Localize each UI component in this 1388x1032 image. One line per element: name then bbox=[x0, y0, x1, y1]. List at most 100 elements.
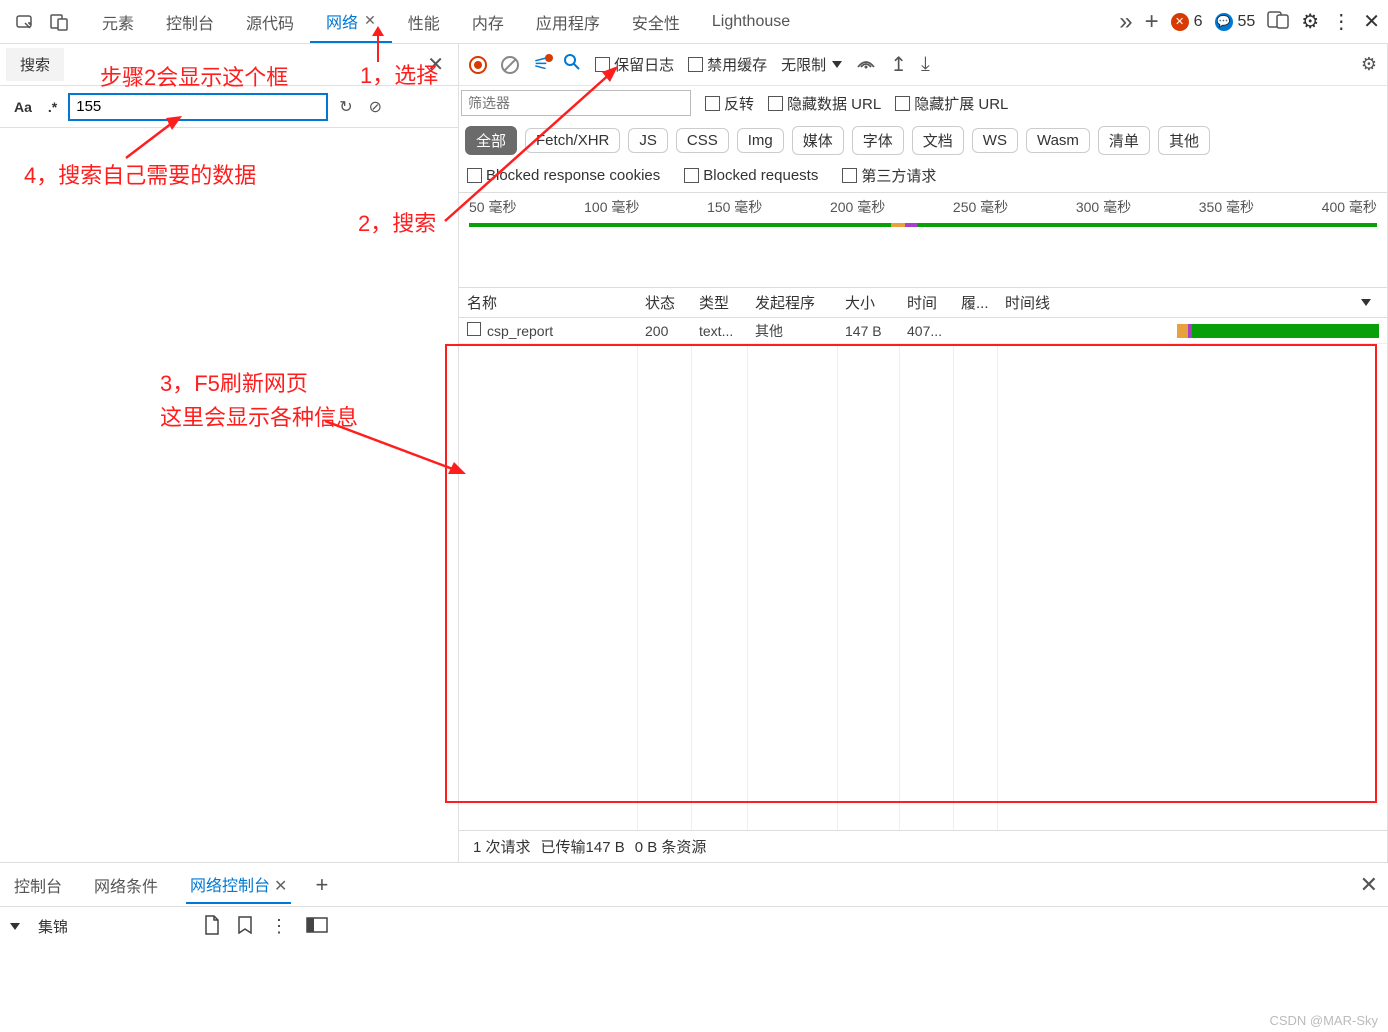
row-time: 407... bbox=[899, 323, 953, 339]
preserve-log-checkbox[interactable]: 保留日志 bbox=[595, 54, 674, 75]
search-network-icon[interactable] bbox=[563, 53, 581, 76]
tab-memory[interactable]: 内存 bbox=[456, 0, 520, 43]
drawer-tab-netcond[interactable]: 网络条件 bbox=[90, 867, 162, 903]
tab-console[interactable]: 控制台 bbox=[150, 0, 230, 43]
blocked-cookies-checkbox[interactable]: Blocked response cookies bbox=[467, 167, 660, 184]
tab-lighthouse[interactable]: Lighthouse bbox=[696, 0, 806, 43]
table-row[interactable]: csp_report 200 text... 其他 147 B 407... bbox=[459, 318, 1387, 344]
row-size: 147 B bbox=[837, 323, 899, 339]
preserve-log-label: 保留日志 bbox=[614, 54, 674, 75]
tab-application[interactable]: 应用程序 bbox=[520, 0, 616, 43]
blocked-requests-checkbox[interactable]: Blocked requests bbox=[684, 167, 818, 184]
filter-all[interactable]: 全部 bbox=[465, 126, 517, 155]
overview-track[interactable]: 50 毫秒 100 毫秒 150 毫秒 200 毫秒 250 毫秒 300 毫秒… bbox=[459, 192, 1387, 288]
refresh-search-icon[interactable]: ↻ bbox=[335, 97, 356, 117]
network-settings-icon[interactable]: ⚙ bbox=[1361, 54, 1377, 75]
record-button[interactable] bbox=[469, 56, 487, 74]
caret-down-icon bbox=[832, 61, 842, 68]
close-drawer-icon[interactable]: ✕ bbox=[1360, 872, 1378, 898]
search-input[interactable] bbox=[69, 94, 327, 120]
hide-ext-label: 隐藏扩展 URL bbox=[914, 93, 1008, 114]
tab-security[interactable]: 安全性 bbox=[616, 0, 696, 43]
search-tab[interactable]: 搜索 bbox=[6, 48, 64, 81]
throttle-value: 无限制 bbox=[781, 54, 826, 75]
hide-ext-url-checkbox[interactable]: 隐藏扩展 URL bbox=[895, 93, 1008, 114]
add-drawer-tab-icon[interactable]: + bbox=[315, 872, 328, 898]
col-status[interactable]: 状态 bbox=[637, 292, 691, 313]
drawer-tab-console[interactable]: 控制台 bbox=[10, 867, 66, 903]
third-party-checkbox[interactable]: 第三方请求 bbox=[842, 165, 936, 186]
row-checkbox[interactable] bbox=[467, 322, 481, 336]
add-tab-icon[interactable]: + bbox=[1145, 8, 1159, 36]
bottom-label: 集锦 bbox=[38, 916, 68, 937]
panel-icon[interactable] bbox=[306, 917, 328, 937]
col-waterfall-label: 时间线 bbox=[1005, 292, 1050, 313]
filter-doc[interactable]: 文档 bbox=[912, 126, 964, 155]
upload-har-icon[interactable]: ↥ bbox=[890, 52, 907, 77]
bookmark-icon[interactable] bbox=[238, 916, 252, 938]
filter-input[interactable] bbox=[461, 90, 691, 116]
disable-cache-checkbox[interactable]: 禁用缓存 bbox=[688, 54, 767, 75]
col-initiator[interactable]: 发起程序 bbox=[747, 292, 837, 313]
row-type: text... bbox=[691, 323, 747, 339]
kebab-menu-icon[interactable]: ⋮ bbox=[1331, 9, 1351, 34]
clear-search-icon[interactable]: ⊘ bbox=[365, 97, 386, 117]
col-coverage[interactable]: 履... bbox=[953, 292, 997, 313]
clear-button[interactable] bbox=[501, 56, 519, 74]
tab-elements[interactable]: 元素 bbox=[86, 0, 150, 43]
col-type[interactable]: 类型 bbox=[691, 292, 747, 313]
row-initiator: 其他 bbox=[747, 321, 837, 341]
hide-data-url-checkbox[interactable]: 隐藏数据 URL bbox=[768, 93, 881, 114]
filter-font[interactable]: 字体 bbox=[852, 126, 904, 155]
device-icon[interactable] bbox=[1267, 11, 1289, 32]
filter-fetch[interactable]: Fetch/XHR bbox=[525, 128, 620, 153]
hide-data-label: 隐藏数据 URL bbox=[787, 93, 881, 114]
case-sensitive-toggle[interactable]: Aa bbox=[10, 99, 36, 115]
footer-resources: 0 B 条资源 bbox=[635, 836, 707, 857]
file-icon[interactable] bbox=[204, 915, 220, 939]
download-har-icon[interactable]: ⤓ bbox=[921, 53, 930, 76]
filter-manifest[interactable]: 清单 bbox=[1098, 126, 1150, 155]
filter-img[interactable]: Img bbox=[737, 128, 784, 153]
tab-sources[interactable]: 源代码 bbox=[230, 0, 310, 43]
filter-ws[interactable]: WS bbox=[972, 128, 1018, 153]
filter-toggle-icon[interactable]: ⚟ bbox=[533, 54, 549, 75]
close-devtools-icon[interactable]: ✕ bbox=[1363, 9, 1380, 34]
col-size[interactable]: 大小 bbox=[837, 292, 899, 313]
settings-gear-icon[interactable]: ⚙ bbox=[1301, 9, 1319, 34]
close-icon[interactable]: ✕ bbox=[364, 12, 376, 29]
inspect-icon[interactable] bbox=[8, 5, 42, 39]
drawer-tab-netconsole-label: 网络控制台 bbox=[190, 878, 270, 895]
error-count[interactable]: ✕6 bbox=[1171, 13, 1203, 31]
device-toggle-icon[interactable] bbox=[42, 5, 76, 39]
drawer-tabs: 控制台 网络条件 网络控制台✕ + ✕ bbox=[0, 862, 1388, 906]
search-sidebar: 搜索 ✕ Aa .* ↻ ⊘ bbox=[0, 44, 459, 862]
message-count[interactable]: 💬55 bbox=[1215, 13, 1256, 31]
network-panel: ⚟ 保留日志 禁用缓存 无限制 ↥ ⤓ ⚙ 反转 隐藏数据 URL 隐藏扩展 U… bbox=[459, 44, 1388, 862]
invert-checkbox[interactable]: 反转 bbox=[705, 93, 754, 114]
row-status: 200 bbox=[637, 323, 691, 339]
col-name[interactable]: 名称 bbox=[459, 292, 637, 313]
throttle-select[interactable]: 无限制 bbox=[781, 54, 842, 75]
tab-performance[interactable]: 性能 bbox=[392, 0, 456, 43]
close-icon[interactable]: ✕ bbox=[274, 878, 287, 895]
more-tabs-icon[interactable]: » bbox=[1119, 8, 1132, 36]
drawer-tab-netconsole[interactable]: 网络控制台✕ bbox=[186, 866, 291, 904]
overflow-icon[interactable]: ⋮ bbox=[270, 916, 288, 937]
tick: 300 毫秒 bbox=[1076, 197, 1131, 217]
col-waterfall[interactable]: 时间线 bbox=[997, 292, 1387, 313]
filter-js[interactable]: JS bbox=[628, 128, 668, 153]
bottom-bar: 集锦 ⋮ bbox=[0, 906, 1388, 946]
close-search-icon[interactable]: ✕ bbox=[427, 52, 444, 77]
col-time[interactable]: 时间 bbox=[899, 292, 953, 313]
tab-network[interactable]: 网络✕ bbox=[310, 0, 392, 43]
expand-icon[interactable] bbox=[10, 923, 20, 930]
filter-media[interactable]: 媒体 bbox=[792, 126, 844, 155]
filter-wasm[interactable]: Wasm bbox=[1026, 128, 1090, 153]
network-conditions-icon[interactable] bbox=[856, 55, 876, 74]
filter-css[interactable]: CSS bbox=[676, 128, 729, 153]
regex-toggle[interactable]: .* bbox=[44, 99, 61, 115]
blocked-cookies-label: Blocked response cookies bbox=[486, 167, 660, 184]
blocked-req-label: Blocked requests bbox=[703, 167, 818, 184]
filter-other[interactable]: 其他 bbox=[1158, 126, 1210, 155]
